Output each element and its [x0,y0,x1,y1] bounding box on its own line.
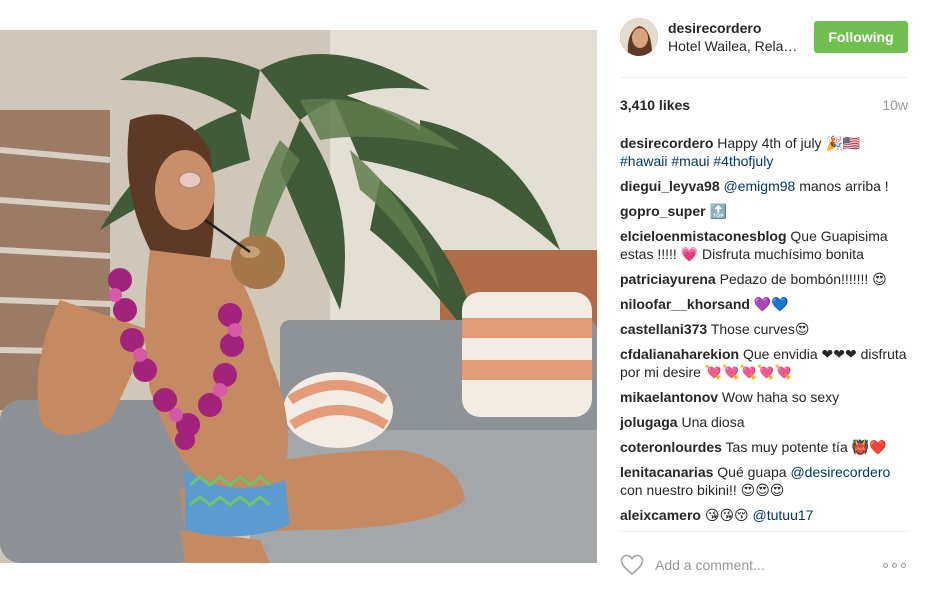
more-options-icon [901,562,906,568]
caption-hashtags[interactable]: #hawaii #maui #4thofjuly [620,153,773,169]
likes-row: 3,410 likes 10w [620,97,908,117]
heart-outline-icon [620,554,644,576]
more-options-icon [883,562,888,568]
avatar[interactable] [620,18,658,56]
comment-text-continued: con nuestro bikini!! 😍😍😍 [620,482,785,498]
post-photo-image [0,30,597,563]
likes-count[interactable]: 3,410 likes [620,97,690,113]
comment-username[interactable]: desirecordero [620,135,713,151]
divider [620,531,908,532]
instagram-post: desirecordero Hotel Wailea, Relais & Cha… [0,0,927,591]
list-item: coteronlourdes Tas muy potente tía 👹❤️ [620,438,908,456]
comment-mention[interactable]: @desirecordero [790,464,890,480]
list-item: castellani373 Those curves😍 [620,320,908,338]
comment-input[interactable] [655,555,855,575]
comment-username[interactable]: lenitacanarias [620,464,713,480]
comments-list: desirecordero Happy 4th of july 🎉🇺🇸 #haw… [620,134,908,526]
comment-text: 💜💙 [753,296,789,312]
comment-username[interactable]: patriciayurena [620,271,716,287]
list-item: cfdalianaharekion Que envidia ❤❤❤ disfru… [620,345,908,381]
comment-mention[interactable]: @emigm98 [724,178,796,194]
post-location[interactable]: Hotel Wailea, Relais & Chateaux [668,38,798,54]
caption-text: Happy 4th of july 🎉🇺🇸 [717,135,861,151]
post-age[interactable]: 10w [882,97,908,113]
list-item: gopro_super 🔝 [620,202,908,220]
comment-username[interactable]: mikaelantonov [620,389,718,405]
comment-text: Una diosa [681,414,745,430]
comment-username[interactable]: niloofar__khorsand [620,296,750,312]
comment-username[interactable]: coteronlourdes [620,439,722,455]
comment-text: Wow haha so sexy [721,389,840,405]
post-header: desirecordero Hotel Wailea, Relais & Cha… [620,16,908,78]
list-item: niloofar__khorsand 💜💙 [620,295,908,313]
more-options-icon [892,562,897,568]
comment-text: 🔝 [709,203,727,219]
comment-text: Qué guapa [717,464,787,480]
list-item: aleixcamero 😘😘😚 @tutuu17 [620,506,908,524]
comment-text: Those curves😍 [710,321,810,337]
comment-username[interactable]: diegui_leyva98 [620,178,720,194]
post-photo[interactable] [0,30,597,563]
more-options-button[interactable] [883,560,909,570]
post-details-panel: desirecordero Hotel Wailea, Relais & Cha… [597,0,927,591]
list-item: patriciayurena Pedazo de bombón!!!!!!! 😍 [620,270,908,288]
caption: desirecordero Happy 4th of july 🎉🇺🇸 #haw… [620,134,908,170]
comment-username[interactable]: elcieloenmistaconesblog [620,228,787,244]
avatar-image [620,18,658,56]
comment-text: Tas muy potente tía 👹❤️ [725,439,887,455]
comment-username[interactable]: castellani373 [620,321,707,337]
comment-username[interactable]: cfdalianaharekion [620,346,739,362]
comment-username[interactable]: gopro_super [620,203,706,219]
list-item: elcieloenmistaconesblog Que Guapisima es… [620,227,908,263]
list-item: lenitacanarias Qué guapa @desirecordero … [620,463,908,499]
list-item: mikaelantonov Wow haha so sexy [620,388,908,406]
comment-mention[interactable]: @tutuu17 [753,507,814,523]
list-item: diegui_leyva98 @emigm98 manos arriba ! [620,177,908,195]
list-item: jolugaga Una diosa [620,413,908,431]
comment-username[interactable]: aleixcamero [620,507,701,523]
comment-text: Pedazo de bombón!!!!!!! 😍 [719,271,887,287]
comment-text: 😘😘😚 [704,507,749,523]
comment-text: manos arriba ! [799,178,889,194]
comment-username[interactable]: jolugaga [620,414,678,430]
like-button[interactable] [620,554,644,576]
following-button[interactable]: Following [814,21,908,53]
post-username[interactable]: desirecordero [668,20,761,36]
